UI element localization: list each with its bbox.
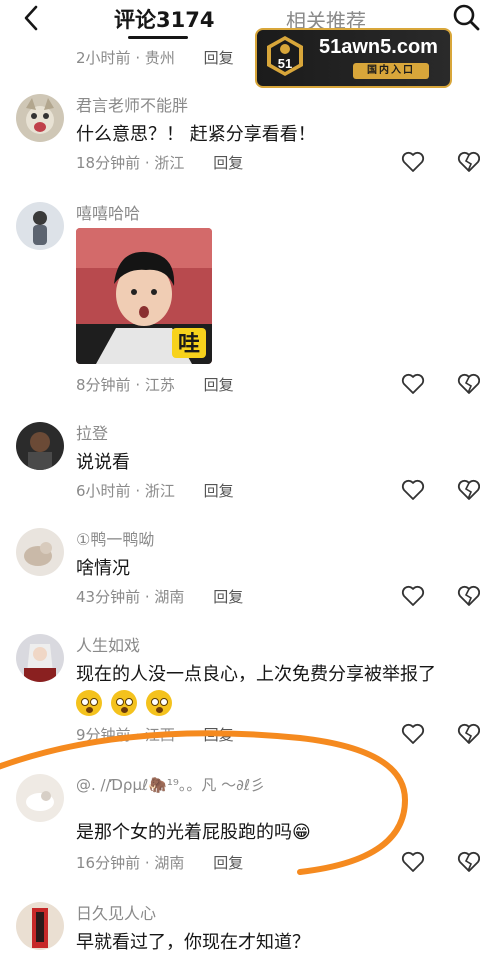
comment-meta: 6小时前 · 浙江 回复	[76, 482, 234, 500]
dislike-heart-icon[interactable]	[457, 479, 480, 501]
image-caption: 哇	[178, 332, 200, 357]
comment-meta: 9分钟前 · 江西 回复	[76, 726, 234, 744]
comment-author[interactable]: 拉登	[76, 420, 108, 444]
reply-button[interactable]: 回复	[213, 154, 243, 172]
like-heart-icon[interactable]	[401, 851, 425, 873]
comment-author[interactable]: @. //Ɗρμℓ🦣¹⁹。。凡 ～∂ℓ彡	[76, 774, 265, 795]
comment-author[interactable]: 君言老师不能胖	[76, 92, 188, 116]
comment-meta: 18分钟前 · 浙江 回复	[76, 154, 244, 172]
like-heart-icon[interactable]	[401, 585, 425, 607]
dislike-heart-icon[interactable]	[457, 723, 480, 745]
reply-button[interactable]: 回复	[213, 588, 243, 606]
ad-badge-text: 51	[278, 56, 292, 71]
reply-button[interactable]: 回复	[204, 726, 234, 744]
avatar[interactable]	[16, 422, 64, 470]
reply-button[interactable]: 回复	[204, 49, 234, 67]
avatar[interactable]	[16, 94, 64, 142]
avatar[interactable]	[16, 528, 64, 576]
dislike-heart-icon[interactable]	[457, 851, 480, 873]
shocked-emoji-icon	[111, 690, 138, 716]
dislike-heart-icon[interactable]	[457, 585, 480, 607]
comment-text: 什么意思？！ 赶紧分享看看！	[76, 124, 316, 145]
comment-meta: 2小时前 · 贵州 回复	[76, 49, 234, 67]
comment-text: 早就看过了，你现在才知道？	[76, 932, 310, 953]
comment-image[interactable]: 哇	[76, 228, 212, 364]
avatar[interactable]	[16, 902, 64, 950]
comment-meta: 8分钟前 · 江苏 回复	[76, 376, 234, 394]
shocked-emoji-icon	[76, 690, 102, 716]
active-tab-indicator	[128, 36, 188, 39]
avatar[interactable]	[16, 774, 64, 822]
dislike-heart-icon[interactable]	[457, 373, 480, 395]
avatar[interactable]	[16, 202, 64, 250]
comment-author[interactable]: 嘻嘻哈哈	[76, 200, 140, 224]
like-heart-icon[interactable]	[401, 373, 425, 395]
comment-author[interactable]: 日久见人心	[76, 900, 156, 924]
comment-author[interactable]: ①鸭一鸭呦	[76, 526, 154, 550]
reply-button[interactable]: 回复	[204, 376, 234, 394]
emoji-row	[76, 690, 176, 716]
comment-text: 啥情况	[76, 558, 130, 579]
comment-author[interactable]: 人生如戏	[76, 632, 140, 656]
ad-logo-icon: 51	[267, 36, 303, 76]
search-icon[interactable]	[450, 2, 480, 32]
shocked-emoji-icon	[146, 690, 173, 716]
comment-text: 说说看	[76, 452, 130, 473]
ad-subtitle: 国内入口	[353, 63, 429, 79]
reply-button[interactable]: 回复	[204, 482, 234, 500]
like-heart-icon[interactable]	[401, 479, 425, 501]
ad-banner[interactable]: 51 51awn5.com 国内入口	[255, 28, 452, 88]
comment-text: 是那个女的光着屁股跑的吗😁	[76, 822, 311, 843]
ad-url: 51awn5.com	[319, 36, 438, 58]
comment-meta: 16分钟前 · 湖南 回复	[76, 854, 244, 872]
tab-comments[interactable]: 评论3174	[114, 4, 214, 34]
back-arrow-icon[interactable]	[18, 4, 46, 32]
like-heart-icon[interactable]	[401, 151, 425, 173]
dislike-heart-icon[interactable]	[457, 151, 480, 173]
reply-button[interactable]: 回复	[213, 854, 243, 872]
avatar[interactable]	[16, 634, 64, 682]
comment-meta: 43分钟前 · 湖南 回复	[76, 588, 244, 606]
like-heart-icon[interactable]	[401, 723, 425, 745]
comment-text: 现在的人没一点良心，上次免费分享被举报了	[76, 664, 436, 685]
